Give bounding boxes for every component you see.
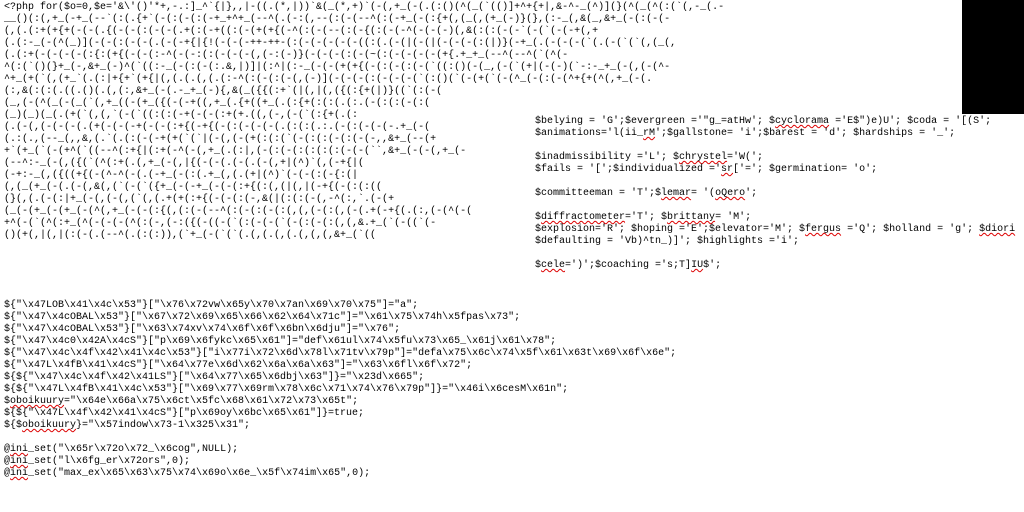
code-pane-bottom[interactable]: ${"\x47LOB\x41\x4c\x53"}["\x76\x72vw\x65… (0, 298, 800, 512)
